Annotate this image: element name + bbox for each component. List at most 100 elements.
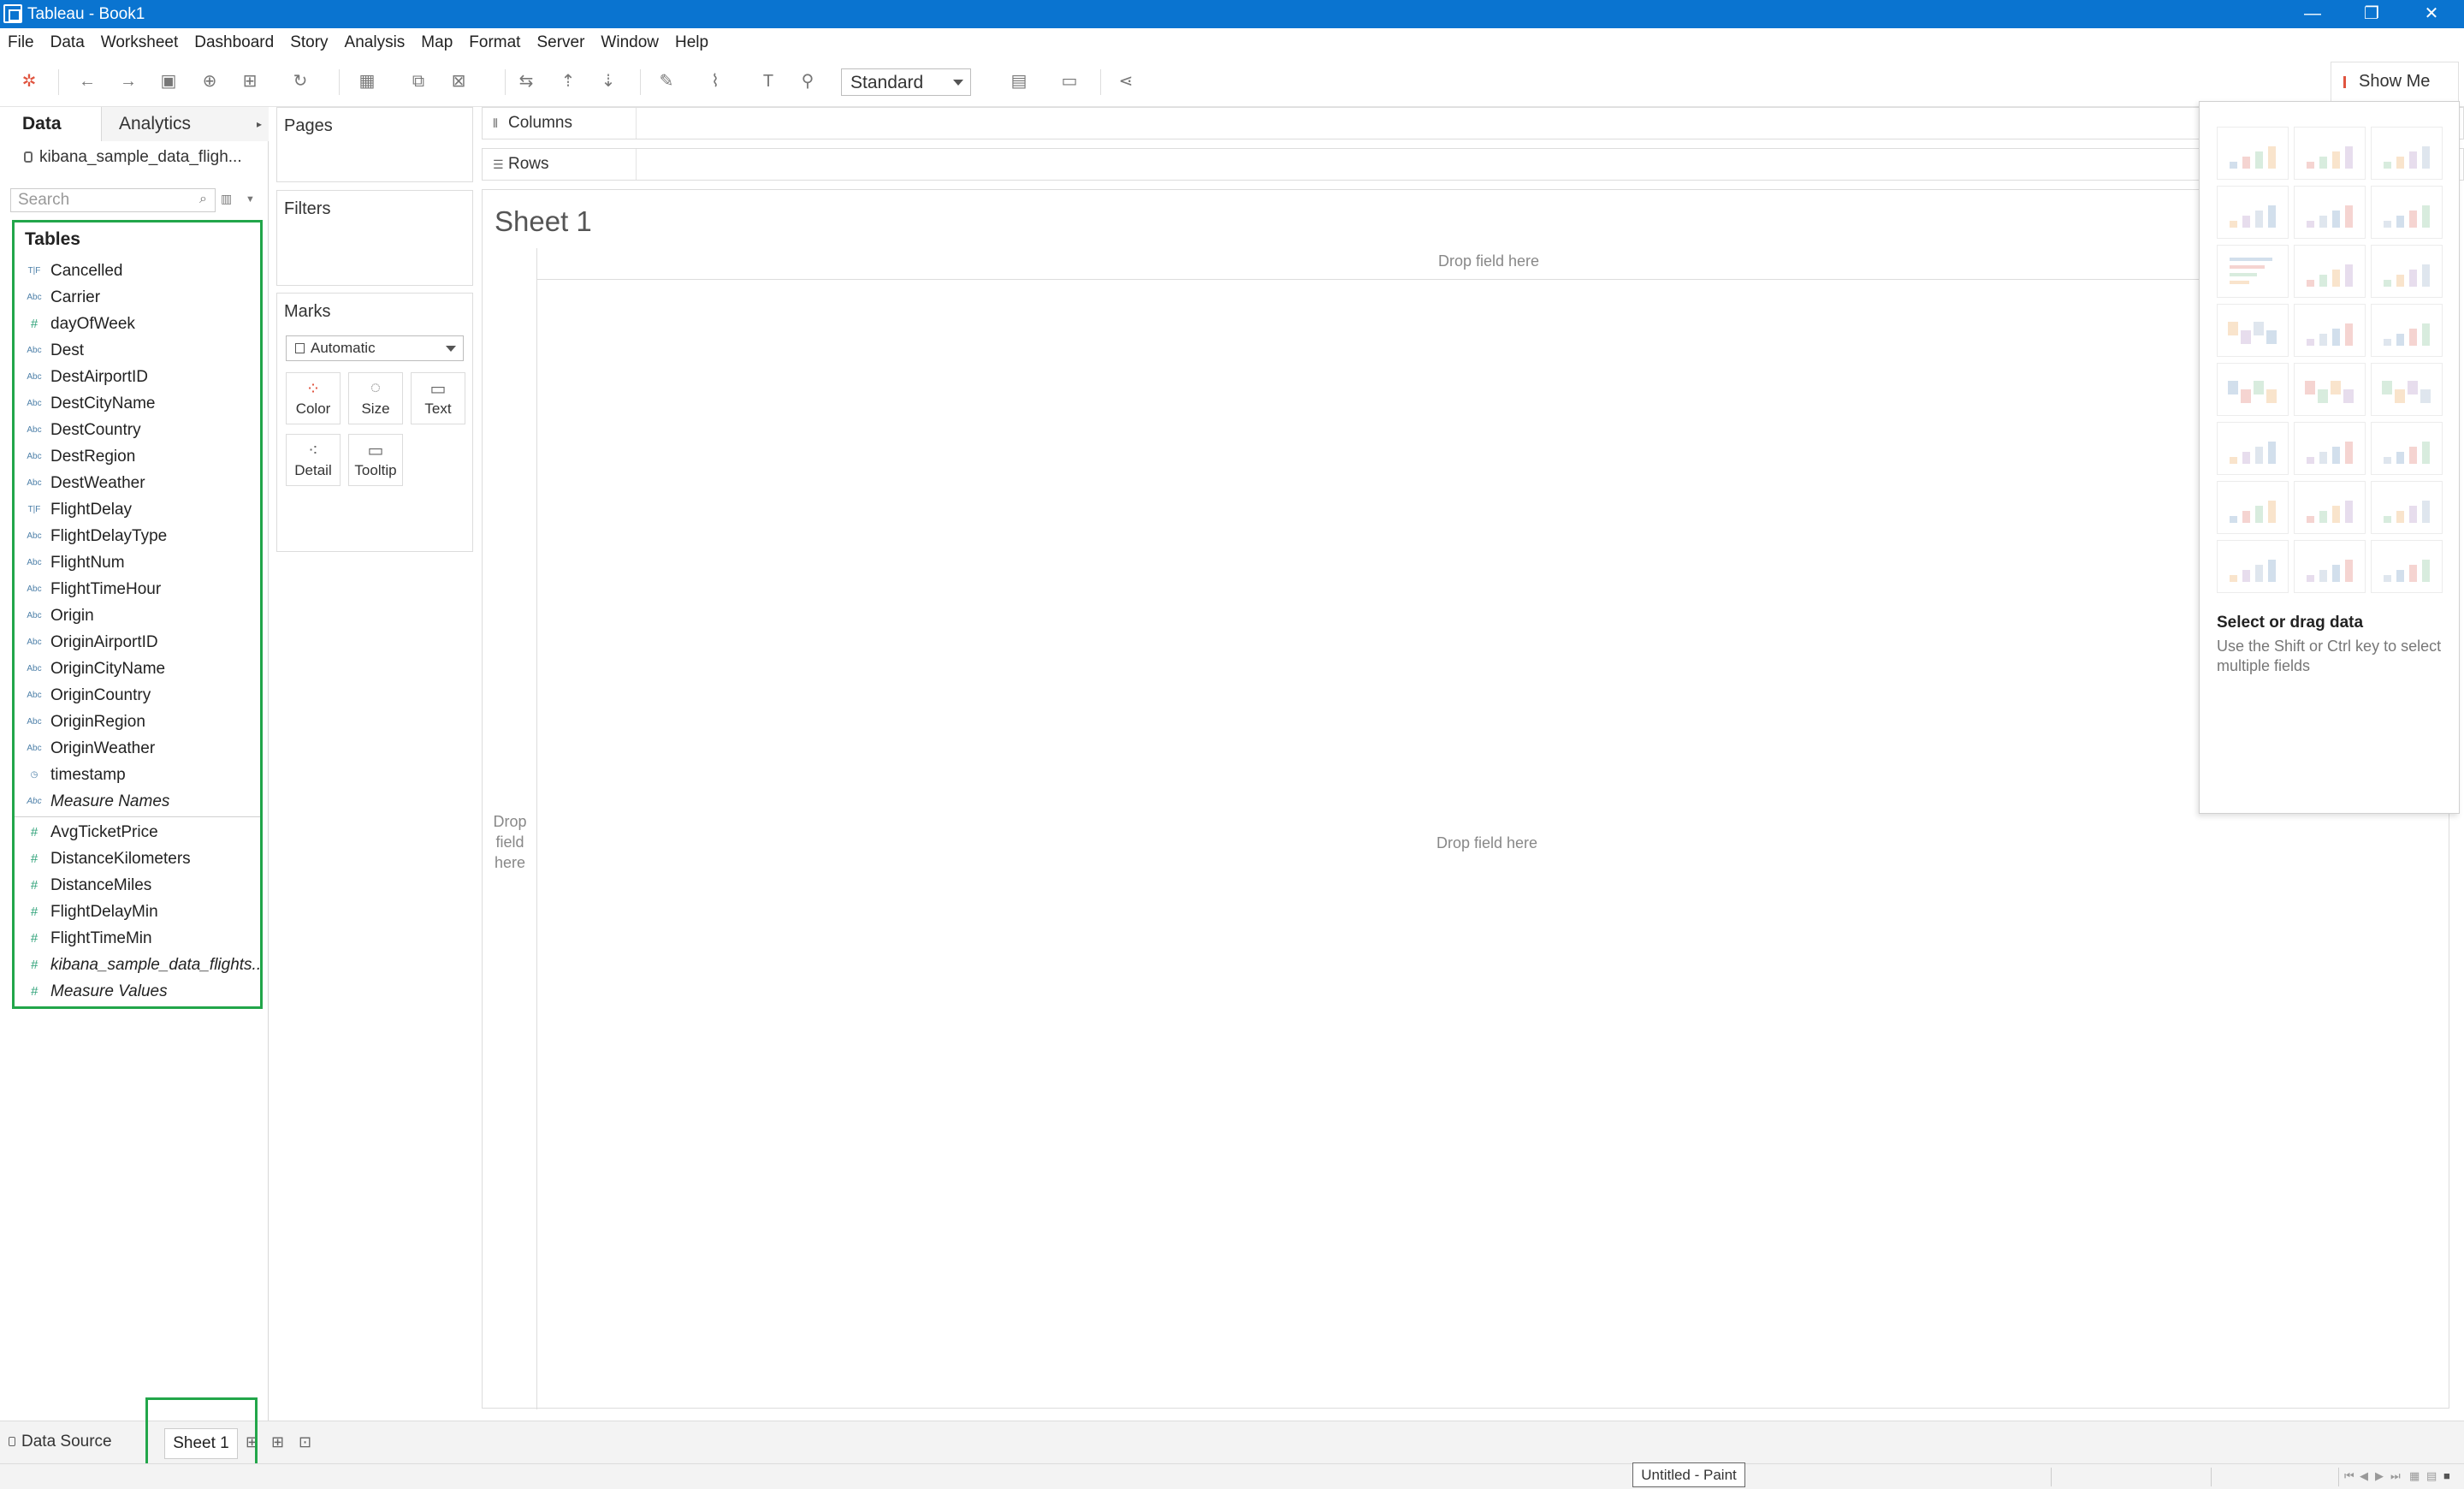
menu-analysis[interactable]: Analysis [337, 28, 414, 57]
sort-descending-icon[interactable]: ⇣ [596, 69, 620, 93]
stacked-bars-icon[interactable] [2294, 245, 2366, 298]
filters-shelf[interactable]: Filters [276, 190, 473, 286]
field-item[interactable]: Abc OriginCityName [15, 656, 260, 682]
field-item[interactable]: Abc DestCityName [15, 390, 260, 417]
highlight-icon[interactable]: ✎ [654, 69, 678, 93]
field-item[interactable]: Abc DestAirportID [15, 364, 260, 390]
area-discrete-icon[interactable] [2294, 422, 2366, 475]
menu-server[interactable]: Server [529, 28, 593, 57]
field-item[interactable]: Abc OriginRegion [15, 709, 260, 735]
prev-sheet-icon[interactable]: ◀ [2360, 1469, 2368, 1483]
field-item[interactable]: Abc FlightNum [15, 549, 260, 576]
field-item[interactable]: # kibana_sample_data_flights... [15, 952, 260, 978]
tab-analytics[interactable]: Analytics ▸ [101, 107, 269, 141]
field-item[interactable]: Abc Carrier [15, 284, 260, 311]
restore-button[interactable]: ❐ [2354, 2, 2389, 26]
clear-sheet-icon[interactable]: ⊠ [447, 69, 471, 93]
save-icon[interactable]: ▣ [157, 69, 181, 93]
bullet-graph-icon[interactable] [2294, 540, 2366, 593]
side-by-side-bars-icon[interactable] [2371, 245, 2443, 298]
discrete-lines-icon[interactable] [2294, 363, 2366, 416]
menu-help[interactable]: Help [667, 28, 717, 57]
sheet-title[interactable]: Sheet 1 [495, 205, 592, 238]
chevron-down-icon[interactable]: ▼ [246, 194, 255, 205]
field-item[interactable]: # DistanceKilometers [15, 845, 260, 872]
highlight-table-icon[interactable] [2371, 127, 2443, 180]
field-item[interactable]: # dayOfWeek [15, 311, 260, 337]
circle-views-icon[interactable] [2294, 304, 2366, 357]
fit-select[interactable]: Standard [841, 68, 971, 96]
last-sheet-icon[interactable]: ⏭ [2390, 1469, 2401, 1483]
field-item[interactable]: Abc OriginWeather [15, 735, 260, 762]
field-item[interactable]: T|F Cancelled [15, 258, 260, 284]
field-item[interactable]: Abc Dest [15, 337, 260, 364]
field-item[interactable]: # FlightDelayMin [15, 899, 260, 925]
menu-dashboard[interactable]: Dashboard [187, 28, 282, 57]
field-item[interactable]: Abc Measure Names [15, 788, 260, 815]
text-mark-button[interactable]: ▭ Text [411, 372, 465, 424]
menu-worksheet[interactable]: Worksheet [93, 28, 187, 57]
show-labels-icon[interactable]: T [756, 69, 780, 93]
detail-mark-button[interactable]: ⁖ Detail [286, 434, 341, 486]
pie-chart-icon[interactable] [2371, 186, 2443, 239]
continuous-lines-icon[interactable] [2217, 363, 2289, 416]
sheet-sorter-icon[interactable]: ▦ [2409, 1469, 2420, 1483]
field-item[interactable]: Abc DestCountry [15, 417, 260, 443]
new-data-source-icon[interactable]: ⊕ [198, 69, 222, 93]
view-toggle-icon[interactable]: ▥ [221, 192, 232, 206]
group-members-icon[interactable]: ⌇ [703, 69, 727, 93]
pages-shelf[interactable]: Pages [276, 107, 473, 182]
treemap-icon[interactable] [2217, 304, 2289, 357]
menu-map[interactable]: Map [413, 28, 461, 57]
packed-bubbles-icon[interactable] [2371, 540, 2443, 593]
drop-zone-top[interactable]: Drop field here [1438, 252, 1539, 270]
next-sheet-icon[interactable]: ▶ [2375, 1469, 2384, 1483]
new-story-icon[interactable]: ⊡ [299, 1433, 311, 1451]
field-item[interactable]: Abc DestRegion [15, 443, 260, 470]
duplicate-sheet-icon[interactable]: ⧉ [406, 69, 430, 93]
drop-zone-left[interactable]: Drop field here [486, 811, 534, 873]
fix-axes-icon[interactable]: ⚲ [796, 69, 820, 93]
field-item[interactable]: # DistanceMiles [15, 872, 260, 899]
datasource-item[interactable]: kibana_sample_data_fligh... [24, 148, 242, 167]
refresh-icon[interactable]: ↻ [288, 69, 312, 93]
histogram-icon[interactable] [2294, 481, 2366, 534]
first-sheet-icon[interactable]: ⏮ [2344, 1469, 2354, 1483]
field-item[interactable]: ◷ timestamp [15, 762, 260, 788]
tab-data[interactable]: Data [0, 107, 101, 141]
color-mark-button[interactable]: ⁘ Color [286, 372, 341, 424]
mark-type-select[interactable]: Automatic [286, 335, 464, 361]
menu-file[interactable]: File [0, 28, 43, 57]
close-button[interactable]: ✕ [2414, 2, 2449, 26]
dual-combination-icon[interactable] [2371, 422, 2443, 475]
search-icon[interactable]: ⌕ [199, 192, 207, 207]
new-worksheet-icon[interactable]: ▦ [355, 69, 379, 93]
show-cards-icon[interactable]: ▤ [1007, 69, 1031, 93]
search-input[interactable] [10, 188, 216, 212]
menu-window[interactable]: Window [593, 28, 667, 57]
share-icon[interactable]: ⋖ [1114, 69, 1138, 93]
field-item[interactable]: T|F FlightDelay [15, 496, 260, 523]
sort-ascending-icon[interactable]: ⇡ [556, 69, 580, 93]
menu-format[interactable]: Format [461, 28, 529, 57]
horizontal-bars-icon[interactable] [2217, 245, 2289, 298]
drop-zone-center[interactable]: Drop field here [1436, 834, 1537, 852]
field-item[interactable]: Abc FlightTimeHour [15, 576, 260, 602]
menu-data[interactable]: Data [43, 28, 93, 57]
minimize-button[interactable]: — [2295, 2, 2330, 26]
side-by-side-circles-icon[interactable] [2371, 304, 2443, 357]
field-item[interactable]: # AvgTicketPrice [15, 819, 260, 845]
undo-icon[interactable]: ← [75, 69, 99, 93]
box-and-whisker-icon[interactable] [2371, 481, 2443, 534]
symbol-map-icon[interactable] [2217, 186, 2289, 239]
worksheet-canvas[interactable]: Sheet 1 Drop field here Drop field here … [482, 189, 2450, 1409]
size-mark-button[interactable]: ◌ Size [348, 372, 403, 424]
field-item[interactable]: # FlightTimeMin [15, 925, 260, 952]
field-item[interactable]: Abc OriginAirportID [15, 629, 260, 656]
filled-map-icon[interactable] [2294, 186, 2366, 239]
scatter-plot-icon[interactable] [2217, 481, 2289, 534]
presentation-mode-icon[interactable]: ▭ [1057, 69, 1081, 93]
dual-lines-icon[interactable] [2371, 363, 2443, 416]
filmstrip-icon[interactable]: ▤ [2426, 1469, 2437, 1483]
show-me-button[interactable]: Show Me [2331, 62, 2459, 101]
